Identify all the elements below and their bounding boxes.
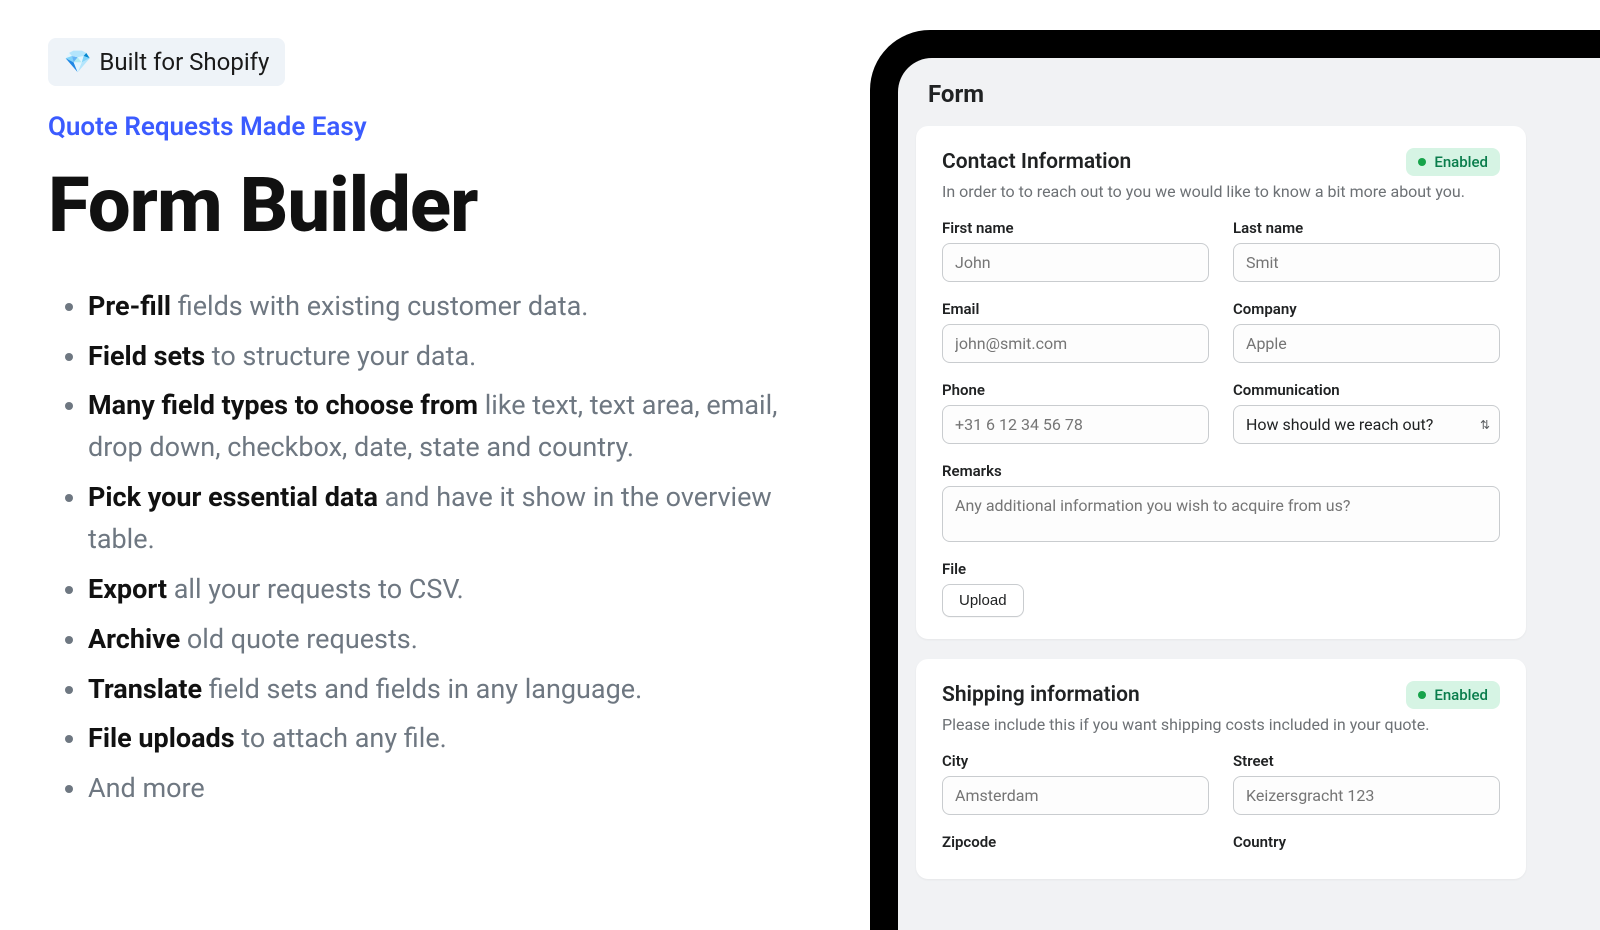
first-name-field[interactable] xyxy=(942,243,1209,282)
company-label: Company xyxy=(1233,300,1500,318)
feature-list: Pre-fill fields with existing customer d… xyxy=(88,286,808,810)
list-item: Translate field sets and fields in any l… xyxy=(88,669,808,711)
device-screen: Form Contact Information Enabled In o xyxy=(898,58,1600,930)
list-item: Many field types to choose from like tex… xyxy=(88,385,808,469)
phone-label: Phone xyxy=(942,381,1209,399)
gem-icon: 💎 xyxy=(64,50,91,75)
remarks-label: Remarks xyxy=(942,462,1500,480)
card-title: Shipping information xyxy=(942,683,1140,707)
screen-title: Form xyxy=(928,80,1600,108)
communication-label: Communication xyxy=(1233,381,1500,399)
street-field[interactable] xyxy=(1233,776,1500,815)
list-item: And more xyxy=(88,768,808,810)
country-label: Country xyxy=(1233,833,1500,851)
email-label: Email xyxy=(942,300,1209,318)
contact-information-card: Contact Information Enabled In order to … xyxy=(916,126,1526,639)
zipcode-label: Zipcode xyxy=(942,833,1209,851)
status-badge: Enabled xyxy=(1406,148,1500,176)
card-description: Please include this if you want shipping… xyxy=(942,715,1500,734)
first-name-label: First name xyxy=(942,219,1209,237)
status-dot-icon xyxy=(1418,158,1426,166)
built-for-shopify-badge: 💎 Built for Shopify xyxy=(48,38,285,86)
city-label: City xyxy=(942,752,1209,770)
list-item: Export all your requests to CSV. xyxy=(88,569,808,611)
company-field[interactable] xyxy=(1233,324,1500,363)
status-dot-icon xyxy=(1418,691,1426,699)
list-item: Field sets to structure your data. xyxy=(88,336,808,378)
phone-field[interactable] xyxy=(942,405,1209,444)
file-label: File xyxy=(942,560,1500,578)
communication-select[interactable]: How should we reach out? xyxy=(1233,405,1500,444)
status-badge: Enabled xyxy=(1406,681,1500,709)
card-description: In order to to reach out to you we would… xyxy=(942,182,1500,201)
list-item: Archive old quote requests. xyxy=(88,619,808,661)
email-field[interactable] xyxy=(942,324,1209,363)
page-title: Form Builder xyxy=(48,166,808,246)
list-item: Pre-fill fields with existing customer d… xyxy=(88,286,808,328)
card-title: Contact Information xyxy=(942,150,1131,174)
remarks-field[interactable] xyxy=(942,486,1500,542)
list-item: Pick your essential data and have it sho… xyxy=(88,477,808,561)
tagline-link[interactable]: Quote Requests Made Easy xyxy=(48,112,808,142)
upload-button[interactable]: Upload xyxy=(942,584,1024,617)
shipping-information-card: Shipping information Enabled Please incl… xyxy=(916,659,1526,879)
badge-text: Built for Shopify xyxy=(99,48,269,76)
device-frame: Form Contact Information Enabled In o xyxy=(870,30,1600,930)
street-label: Street xyxy=(1233,752,1500,770)
list-item: File uploads to attach any file. xyxy=(88,718,808,760)
city-field[interactable] xyxy=(942,776,1209,815)
last-name-field[interactable] xyxy=(1233,243,1500,282)
last-name-label: Last name xyxy=(1233,219,1500,237)
